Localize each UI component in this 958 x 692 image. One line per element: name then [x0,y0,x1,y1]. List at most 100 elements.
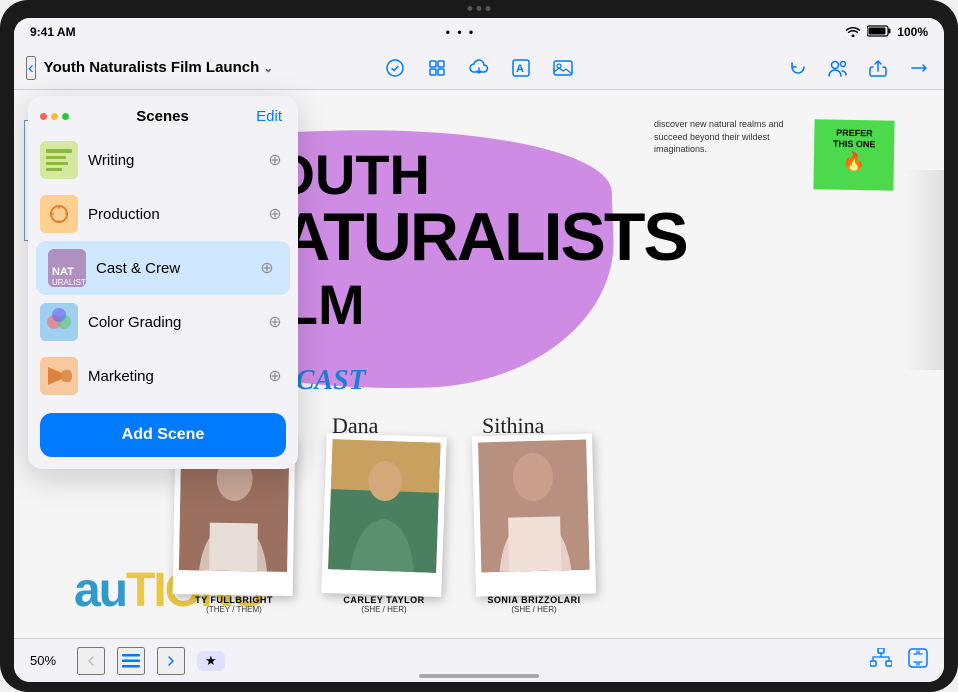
cast-name-3: SONIA BRIZZOLARI [487,595,580,605]
title-youth: YOUTH [234,142,687,207]
nav-prev-button[interactable] [77,647,105,675]
toolbar-center-icons: A [381,54,577,82]
chevron-right-icon [163,653,179,669]
main-cast-label: MAIN CAST [214,360,914,397]
top-dot [477,6,482,11]
list-view-button[interactable] [117,647,145,675]
scene-thumb-color-grading [40,303,78,341]
battery-percent: 100% [897,25,928,39]
star-icon: ★ [205,653,217,668]
dot-green [62,113,69,120]
battery-icon [867,25,891,40]
scene-item-color-grading[interactable]: Color Grading ⊕ [28,295,298,349]
scene-item-writing[interactable]: Writing ⊕ [28,133,298,187]
top-dot [468,6,473,11]
scene-more-writing[interactable]: ⊕ [264,149,286,171]
scene-more-production[interactable]: ⊕ [264,203,286,225]
scene-thumb-cast: NAT URALISTS [48,249,86,287]
cloud-icon[interactable] [465,54,493,82]
scene-thumb-marketing [40,357,78,395]
ipad-screen: 9:41 AM • • • 100% [14,18,944,682]
scene-item-production[interactable]: Production ⊕ [28,187,298,241]
cast-photo-3 [478,440,589,573]
color-grading-thumb-icon [40,303,78,341]
dot-yellow [51,113,58,120]
back-button[interactable]: ‹ [26,56,36,80]
production-thumb-icon [40,195,78,233]
zoom-level: 50% [30,653,65,668]
cast-pronoun-2: (SHE / HER) [361,605,406,614]
ipad-frame: 9:41 AM • • • 100% [0,0,958,692]
sticky-note-text: PREFERTHIS ONE [822,127,886,150]
share-icon[interactable] [864,54,892,82]
scenes-panel-title: Scenes [136,108,189,125]
dot-red [40,113,47,120]
scene-label-cast-crew: Cast & Crew [96,260,246,277]
pencil-tool-icon[interactable] [381,54,409,82]
add-scene-button[interactable]: Add Scene [40,413,286,457]
text-tool-icon[interactable]: A [507,54,535,82]
title-naturalists: NATURALISTS [234,207,687,268]
undo-icon[interactable] [784,54,812,82]
fullscreen-svg [908,648,928,668]
canvas-right-edge [904,170,944,370]
cast-name-1: TY FULLBRIGHT [195,595,273,605]
hierarchy-icon[interactable] [870,648,892,673]
status-dots: • • • [446,25,475,39]
scenes-panel-dots [40,113,69,120]
list-icon [122,654,140,668]
chevron-left-icon [83,653,99,669]
title-chevron-icon: ⌄ [263,61,273,75]
scene-label-writing: Writing [88,152,254,169]
cast-photo-2 [328,439,440,573]
scene-label-production: Production [88,206,254,223]
image-tool-icon[interactable] [549,54,577,82]
scene-list: Writing ⊕ Production ⊕ [28,133,298,403]
scenes-edit-button[interactable]: Edit [256,108,282,125]
scenes-panel-header: Scenes Edit [28,96,298,133]
back-chevron-icon: ‹ [28,58,34,78]
home-indicator [419,674,539,678]
polaroid-3 [472,433,596,596]
document-title[interactable]: Youth Naturalists Film Launch ⌄ [44,59,274,76]
marketing-thumb-icon [40,357,78,395]
cast-card-2: Dana [324,413,444,614]
star-tab[interactable]: ★ [197,651,225,671]
status-bar: 9:41 AM • • • 100% [14,18,944,46]
scene-label-color-grading: Color Grading [88,314,254,331]
svg-text:URALISTS: URALISTS [52,278,86,287]
scene-item-cast-crew[interactable]: NAT URALISTS Cast & Crew ⊕ [36,241,290,295]
fullscreen-icon[interactable] [908,648,928,673]
scene-thumb-production [40,195,78,233]
sticky-note-emoji: 🔥 [822,151,886,173]
top-dot [486,6,491,11]
scene-more-cast-crew[interactable]: ⊕ [256,257,278,279]
status-right: 100% [845,25,928,40]
add-scene-label: Add Scene [122,426,205,444]
hierarchy-svg [870,648,892,668]
scene-item-marketing[interactable]: Marketing ⊕ [28,349,298,403]
title-film: FILM [234,272,687,337]
collaborate-icon[interactable] [824,54,852,82]
title-text: Youth Naturalists Film Launch [44,59,260,76]
description-text: discover new natural realms and succeed … [654,118,794,156]
cast-pronoun-3: (SHE / HER) [511,605,556,614]
cast-name-2: CARLEY TAYLOR [343,595,424,605]
cast-silhouette-2 [328,439,440,573]
wifi-icon [845,25,861,40]
toolbar-right-icons [784,54,932,82]
scene-more-color-grading[interactable]: ⊕ [264,311,286,333]
cast-silhouette-3 [478,440,589,573]
bottom-right-icons [870,648,928,673]
svg-text:NAT: NAT [52,266,74,278]
polaroid-2 [321,433,447,597]
scene-more-marketing[interactable]: ⊕ [264,365,286,387]
nav-next-button[interactable] [157,647,185,675]
grid-view-icon[interactable] [423,54,451,82]
cast-card-3: Sithina [474,413,594,614]
status-time: 9:41 AM [30,25,76,39]
scenes-panel: Scenes Edit Writing ⊕ [28,96,298,469]
more-options-icon[interactable] [904,54,932,82]
toolbar: ‹ Youth Naturalists Film Launch ⌄ [14,46,944,90]
cast-pronoun-1: (THEY / THEM) [206,605,262,614]
